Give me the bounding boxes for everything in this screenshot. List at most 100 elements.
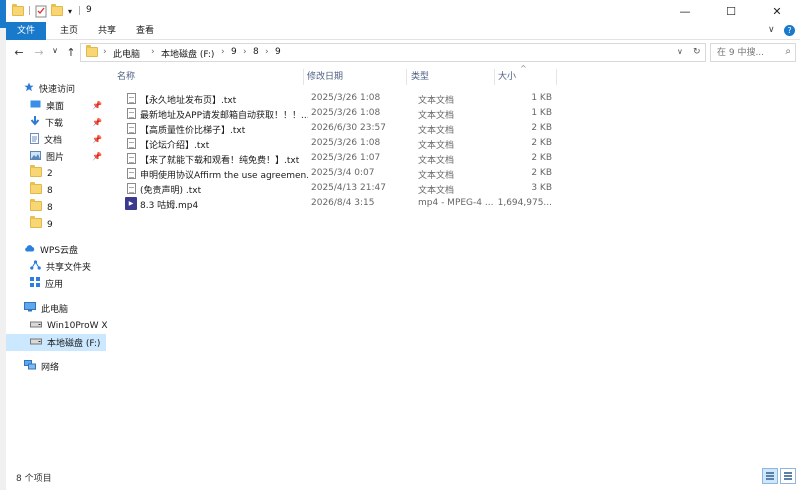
- file-size: 2 KB: [531, 153, 552, 163]
- pin-icon[interactable]: 📌: [92, 118, 102, 127]
- folder-icon: [30, 216, 42, 231]
- pin-icon[interactable]: 📌: [92, 135, 102, 144]
- download-icon: [30, 115, 40, 130]
- column-header-name[interactable]: 名称: [117, 69, 302, 85]
- new-folder-icon[interactable]: [51, 4, 63, 18]
- nav-item-downloads[interactable]: 下载 📌: [6, 114, 106, 131]
- file-date: 2025/3/26 1:08: [311, 108, 381, 118]
- nav-item-network[interactable]: 网络: [6, 358, 106, 375]
- file-date: 2026/8/4 3:15: [311, 198, 375, 208]
- nav-item-this-pc[interactable]: 此电脑: [6, 300, 106, 317]
- txt-file-icon: [127, 108, 136, 119]
- file-row[interactable]: ▶ 8.3 咕姆.mp4 2026/8/4 3:15 mp4 - MPEG-4 …: [114, 197, 554, 212]
- file-name: 【论坛介绍】.txt: [140, 141, 210, 151]
- search-input[interactable]: [711, 44, 781, 61]
- minimize-button[interactable]: —: [662, 0, 708, 22]
- nav-item-win10-drive[interactable]: Win10ProW X: [6, 317, 108, 334]
- file-row[interactable]: 【论坛介绍】.txt 2025/3/26 1:08 文本文档 2 KB: [114, 137, 554, 152]
- details-view-button[interactable]: [762, 468, 778, 484]
- address-dropdown-button[interactable]: ∨: [677, 47, 683, 56]
- cloud-icon: [24, 244, 35, 255]
- separator: |: [28, 6, 32, 16]
- folder-icon: [12, 4, 24, 18]
- address-row: ← → ∨ ↑ › 此电脑 › 本地磁盘 (F:) › 9 › 8 › 9 ∨ …: [6, 40, 800, 66]
- breadcrumb-9[interactable]: 9: [231, 47, 237, 57]
- nav-item-local-disk-f[interactable]: 本地磁盘 (F:): [6, 334, 106, 351]
- search-icon: ⌕: [785, 46, 791, 57]
- file-row[interactable]: 申明使用协议Affirm the use agreemen... 2025/3/…: [114, 167, 554, 182]
- address-bar[interactable]: › 此电脑 › 本地磁盘 (F:) › 9 › 8 › 9 ∨ ↻: [80, 43, 706, 62]
- file-size: 1,694,975...: [497, 198, 552, 208]
- file-row[interactable]: 【来了就能下载和观看！纯免费！】.txt 2025/3/26 1:07 文本文档…: [114, 152, 554, 167]
- apps-icon: [30, 277, 40, 290]
- window-title: 9: [86, 5, 92, 15]
- nav-item-quick-access[interactable]: 快速访问: [6, 80, 106, 97]
- desktop-icon: [30, 100, 41, 112]
- txt-file-icon: [127, 138, 136, 149]
- file-row[interactable]: 【高质量性价比梯子】.txt 2026/6/30 23:57 文本文档 2 KB: [114, 122, 554, 137]
- properties-icon[interactable]: [35, 4, 47, 18]
- file-date: 2025/3/26 1:08: [311, 93, 381, 103]
- navigation-pane: 快速访问 桌面 📌 下载 📌 文档 📌 图片 📌 2 8 8 9 WPS云盘 共…: [6, 72, 108, 462]
- maximize-button[interactable]: ☐: [708, 0, 754, 22]
- nav-item-folder-9[interactable]: 9: [6, 216, 106, 233]
- file-row[interactable]: 最新地址及APP请发邮箱自动获取！！！.... 2025/3/26 1:08 文…: [114, 107, 554, 122]
- drive-icon: [30, 338, 42, 348]
- txt-file-icon: [127, 93, 136, 104]
- file-date: 2025/3/26 1:07: [311, 153, 381, 163]
- folder-icon: [30, 165, 42, 180]
- breadcrumb-8[interactable]: 8: [253, 47, 259, 57]
- up-button[interactable]: ↑: [64, 46, 78, 59]
- nav-item-pictures[interactable]: 图片 📌: [6, 148, 106, 165]
- pin-icon[interactable]: 📌: [92, 101, 102, 110]
- forward-button[interactable]: →: [32, 46, 46, 59]
- separator: |: [78, 6, 82, 16]
- search-box: ⌕: [710, 43, 796, 62]
- file-size: 2 KB: [531, 123, 552, 133]
- nav-item-folder-8a[interactable]: 8: [6, 182, 106, 199]
- file-name: 申明使用协议Affirm the use agreemen...: [140, 171, 308, 181]
- chevron-down-icon[interactable]: ∨: [768, 25, 775, 35]
- file-name: 【高质量性价比梯子】.txt: [140, 126, 246, 136]
- breadcrumb-9-current[interactable]: 9: [275, 47, 281, 57]
- tab-file[interactable]: 文件: [6, 22, 46, 40]
- star-icon: [24, 82, 34, 95]
- tab-share[interactable]: 共享: [90, 22, 124, 40]
- large-icons-view-button[interactable]: [780, 468, 796, 484]
- file-size: 2 KB: [531, 168, 552, 178]
- nav-item-documents[interactable]: 文档 📌: [6, 131, 106, 148]
- nav-item-folder-8b[interactable]: 8: [6, 199, 106, 216]
- tab-view[interactable]: 查看: [128, 22, 162, 40]
- column-header-size[interactable]: 大小: [498, 69, 556, 85]
- file-name: (免责声明) .txt: [140, 186, 202, 196]
- nav-item-folder-2[interactable]: 2: [6, 165, 106, 182]
- breadcrumb-local-disk[interactable]: 本地磁盘 (F:): [161, 47, 214, 60]
- file-explorer-window: | ▾ | 9 — ☐ ✕ 文件 主页 共享 查看 ∨ ? ← → ∨ ↑ › …: [6, 0, 800, 490]
- share-folder-icon: [30, 260, 41, 273]
- help-icon[interactable]: ?: [784, 25, 795, 36]
- breadcrumb-this-pc[interactable]: 此电脑: [113, 47, 140, 60]
- nav-item-wps-cloud[interactable]: WPS云盘: [6, 241, 106, 258]
- file-date: 2025/3/4 0:07: [311, 168, 375, 178]
- folder-icon: [86, 45, 98, 60]
- file-row[interactable]: 【永久地址发布页】.txt 2025/3/26 1:08 文本文档 1 KB: [114, 92, 554, 107]
- file-row[interactable]: (免责声明) .txt 2025/4/13 21:47 文本文档 3 KB: [114, 182, 554, 197]
- recent-locations-button[interactable]: ∨: [48, 46, 62, 55]
- column-header-date[interactable]: 修改日期: [307, 69, 405, 85]
- nav-item-shared-folder[interactable]: 共享文件夹: [6, 258, 106, 275]
- nav-item-desktop[interactable]: 桌面 📌: [6, 97, 106, 114]
- file-size: 2 KB: [531, 138, 552, 148]
- close-button[interactable]: ✕: [754, 0, 800, 22]
- back-button[interactable]: ←: [12, 46, 26, 59]
- tab-home[interactable]: 主页: [52, 22, 86, 40]
- computer-icon: [24, 302, 36, 315]
- txt-file-icon: [127, 183, 136, 194]
- column-header-type[interactable]: 类型: [411, 69, 493, 85]
- title-bar: | ▾ | 9 — ☐ ✕: [6, 0, 800, 22]
- quick-access-dropdown-icon[interactable]: ▾: [68, 4, 72, 18]
- txt-file-icon: [127, 123, 136, 134]
- pin-icon[interactable]: 📌: [92, 152, 102, 161]
- refresh-button[interactable]: ↻: [693, 47, 701, 57]
- nav-item-apps[interactable]: 应用: [6, 275, 106, 292]
- file-size: 1 KB: [531, 108, 552, 118]
